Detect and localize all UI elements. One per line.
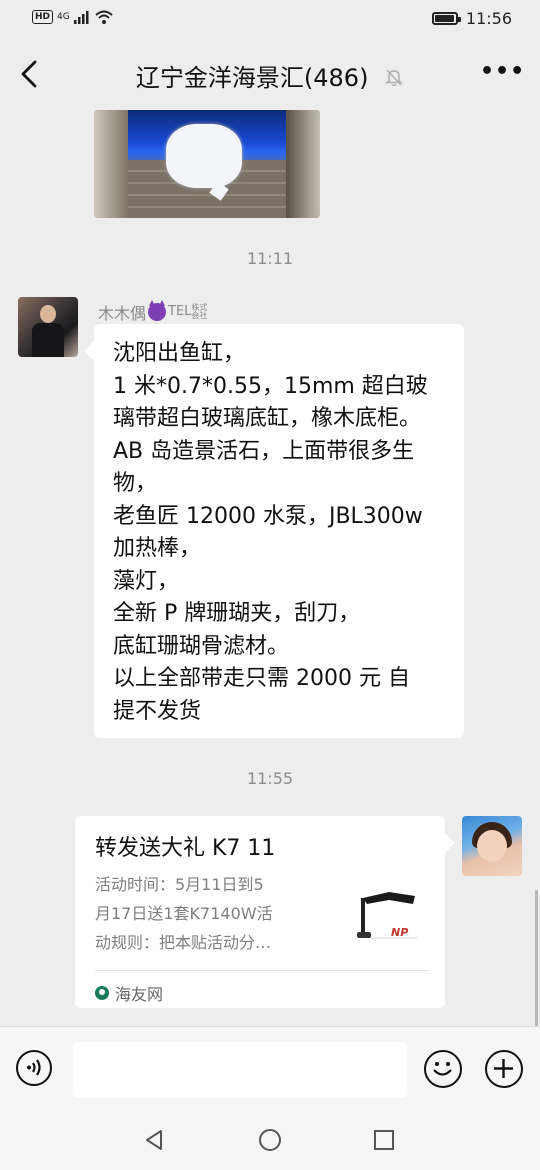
message-line: 加热棒， bbox=[113, 536, 202, 561]
message-line: 提不发货 bbox=[113, 698, 202, 724]
message-line: 1 米*0.7*0.55，15mm 超白玻 bbox=[113, 373, 428, 399]
back-button[interactable] bbox=[14, 58, 46, 90]
more-icon: ••• bbox=[480, 59, 526, 84]
sender-avatar[interactable] bbox=[18, 297, 78, 357]
avatar-face bbox=[477, 830, 507, 862]
link-card-message[interactable]: 转发送大礼 K7 11 活动时间：5月11日到5 月17日送1套K7140W活 … bbox=[75, 816, 445, 1008]
link-card-thumbnail: NP bbox=[353, 878, 427, 952]
message-line: 璃带超白玻璃底缸，橡木底柜。 bbox=[113, 406, 422, 431]
message-input[interactable] bbox=[73, 1042, 407, 1098]
link-card-source: 海友网 bbox=[95, 981, 163, 1005]
avatar-face bbox=[40, 305, 56, 323]
back-triangle-icon[interactable] bbox=[143, 1128, 165, 1152]
image-content-left bbox=[94, 110, 128, 218]
lamp-product-icon: NP bbox=[357, 892, 417, 939]
image-content-right bbox=[286, 110, 320, 218]
devil-emoji-icon bbox=[148, 300, 167, 321]
timestamp: 11:11 bbox=[246, 249, 294, 268]
message-line: 沈阳出鱼缸， bbox=[113, 341, 246, 366]
message-line: 老鱼匠 12000 水泵，JBL300w bbox=[113, 503, 423, 529]
hd-badge: HD bbox=[32, 10, 54, 24]
status-time: 11:56 bbox=[465, 9, 512, 28]
sender-badge-small: 株式会社 bbox=[191, 303, 208, 320]
sender-badge: TEL株式会社 bbox=[168, 304, 209, 320]
status-right: 11:56 bbox=[431, 9, 512, 28]
sender-name-row: 木木偶 TEL株式会社 bbox=[98, 300, 209, 324]
message-line: 全新 P 牌珊瑚夹，刮刀， bbox=[113, 601, 361, 626]
image-message[interactable] bbox=[94, 110, 320, 218]
home-circle-icon[interactable] bbox=[258, 1128, 282, 1152]
network-type: 4G bbox=[57, 12, 70, 22]
link-card-description: 活动时间：5月11日到5 月17日送1套K7140W活 动规则：把本贴活动分… bbox=[95, 870, 325, 957]
message-line: AB 岛造景活石，上面带很多生 bbox=[113, 438, 415, 464]
more-functions-button[interactable] bbox=[485, 1050, 523, 1088]
message-line: 以上全部带走只需 2000 元 自 bbox=[113, 666, 410, 691]
system-nav-bar bbox=[0, 1108, 540, 1170]
battery-icon bbox=[431, 12, 461, 25]
source-app-icon bbox=[95, 986, 109, 1000]
link-card-divider bbox=[95, 970, 429, 971]
sender-name: 木木偶 bbox=[98, 304, 147, 323]
chat-header: 辽宁金洋海景汇(486) ••• bbox=[0, 38, 540, 110]
message-line: 底缸珊瑚骨滤材。 bbox=[113, 633, 290, 659]
status-left: HD 4G bbox=[32, 9, 114, 25]
sender-badge-text: TEL bbox=[168, 304, 192, 319]
text-message-bubble[interactable]: 沈阳出鱼缸， 1 米*0.7*0.55，15mm 超白玻 璃带超白玻璃底缸，橡木… bbox=[94, 324, 464, 738]
back-arrow-icon bbox=[21, 60, 37, 88]
emoji-icon bbox=[433, 1062, 452, 1076]
my-avatar[interactable] bbox=[462, 816, 522, 876]
chat-title: 辽宁金洋海景汇(486) bbox=[135, 64, 369, 92]
message-line: 物， bbox=[113, 471, 158, 496]
thumb-logo: NP bbox=[391, 926, 408, 939]
voice-button[interactable] bbox=[16, 1050, 52, 1086]
image-content-speech-bubble bbox=[166, 124, 242, 188]
signal-icon bbox=[73, 11, 89, 24]
recent-square-icon[interactable] bbox=[373, 1129, 395, 1151]
avatar-body bbox=[32, 323, 64, 357]
voice-icon bbox=[27, 1059, 41, 1076]
battery-level bbox=[434, 15, 454, 22]
emoji-button[interactable] bbox=[424, 1050, 462, 1088]
link-card-desc-line: 月17日送1套K7140W活 bbox=[95, 904, 273, 923]
input-bar bbox=[0, 1026, 540, 1109]
link-card-title: 转发送大礼 K7 11 bbox=[95, 836, 276, 861]
more-button[interactable]: ••• bbox=[480, 58, 524, 90]
wifi-icon bbox=[95, 10, 113, 24]
scrollbar[interactable] bbox=[535, 890, 538, 1030]
status-bar: HD 4G 11:56 bbox=[0, 0, 540, 38]
timestamp: 11:55 bbox=[246, 769, 294, 788]
link-card-desc-line: 动规则：把本贴活动分… bbox=[95, 933, 272, 952]
message-line: 藻灯， bbox=[113, 568, 180, 594]
plus-icon bbox=[494, 1059, 513, 1078]
chat-title-row: 辽宁金洋海景汇(486) bbox=[0, 58, 540, 93]
link-card-source-name: 海友网 bbox=[115, 985, 164, 1004]
mute-bell-icon bbox=[384, 69, 404, 87]
link-card-desc-line: 活动时间：5月11日到5 bbox=[95, 875, 264, 894]
